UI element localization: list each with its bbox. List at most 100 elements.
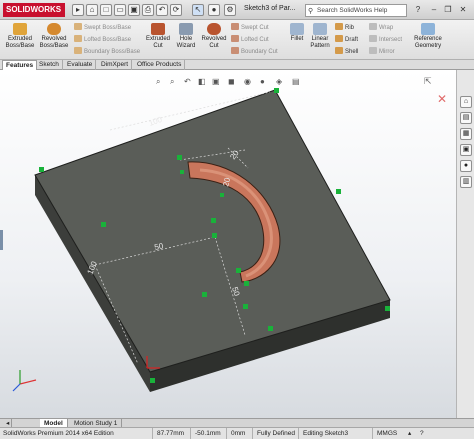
revolved-boss-button[interactable]: Revolved Boss/Base [37,23,71,50]
fillet-button[interactable]: Fillet [287,23,307,43]
resources-icon[interactable]: ⌂ [460,96,472,108]
relation-marker [244,281,249,286]
appearances-icon[interactable]: ● [460,160,472,172]
tab-office-products[interactable]: Office Products [134,60,186,70]
status-edition: SolidWorks Premium 2014 x64 Edition [3,430,114,437]
rebuild-icon[interactable]: ⟳ [170,4,182,16]
section-view-icon: ◧ [198,77,206,86]
extruded-cut-button[interactable]: Extruded Cut [145,23,171,50]
status-units-dropdown-icon[interactable]: ▴ [408,428,411,439]
coordinate-triad-icon [12,370,37,392]
relation-marker [150,378,155,383]
rebuild-traffic-icon[interactable]: ● [208,4,220,16]
undo-icon[interactable]: ↶ [156,4,168,16]
reference-geometry-button[interactable]: Reference Geometry [410,23,446,50]
boundary-cut-button[interactable]: Boundary Cut [231,47,278,57]
shell-button[interactable]: Shell [335,47,358,57]
relation-marker [202,292,207,297]
revolve-cut-icon [207,23,221,35]
revolve-icon [47,23,61,35]
cancel-sketch-icon: ✕ [437,92,447,106]
revolved-cut-button[interactable]: Revolved Cut [201,23,227,50]
confirmation-corner[interactable]: ⇱ ✕ [424,76,447,106]
status-z-coordinate: 0mm [226,428,245,439]
appearance-icon: ● [260,77,265,86]
menu-arrow-icon[interactable]: ▸ [72,4,84,16]
status-bar: SolidWorks Premium 2014 x64 Edition 87.7… [0,427,474,439]
lofted-boss-button[interactable]: Lofted Boss/Base [74,35,131,45]
swept-cut-button[interactable]: Swept Cut [231,23,269,33]
home-icon[interactable]: ⌂ [86,4,98,16]
tab-features[interactable]: Features [2,60,38,70]
help-icon-status[interactable]: ? [420,428,424,439]
relation-marker [220,193,224,197]
view-orientation-icon: ▣ [212,77,220,86]
custom-properties-icon[interactable]: ▥ [460,176,472,188]
relation-marker [211,218,216,223]
print-icon[interactable]: ⎙ [142,4,154,16]
relation-marker [177,155,182,160]
extrude-icon [13,23,27,35]
status-units[interactable]: MMGS [372,428,397,439]
close-icon[interactable]: ✕ [457,4,469,16]
hole-wizard-button[interactable]: Hole Wizard [173,23,199,50]
minimize-icon[interactable]: – [428,4,440,16]
relation-marker [274,88,279,93]
wrap-button[interactable]: Wrap [369,23,393,33]
select-icon[interactable]: ↖ [192,4,204,16]
command-manager: Extruded Boss/Base Revolved Boss/Base Sw… [0,20,474,60]
status-editing: Editing Sketch3 [298,428,348,439]
logo-text: SOLIDWORKS [6,5,62,14]
help-search-input[interactable]: ⚲ Search SolidWorks Help [305,4,407,17]
model-view[interactable]: ⌕ ⌕ ↶ ◧ ▣ ◼ ◉ ● ◈ ▤ ⇱ ✕ 100 100 50 50 20… [0,70,456,418]
options-icon[interactable]: ⚙ [224,4,236,16]
open-folder-icon[interactable]: ▭ [114,4,126,16]
new-document-icon[interactable]: □ [100,4,112,16]
restore-icon[interactable]: ❐ [442,4,454,16]
document-title: Sketch3 of Par... [244,5,296,12]
command-tabs: Features Sketch Evaluate DimXpert Office… [0,60,474,70]
status-x-coordinate: 87.77mm [152,428,184,439]
design-library-icon[interactable]: ▤ [460,112,472,124]
reference-geometry-icon [421,23,435,35]
relation-marker [236,268,241,273]
feature-tree-flyout-handle[interactable] [0,230,3,250]
heads-up-toolbar[interactable]: ⌕ ⌕ ↶ ◧ ▣ ◼ ◉ ● ◈ ▤ [156,77,300,86]
file-explorer-icon[interactable]: ▦ [460,128,472,140]
cut-icon [151,23,165,35]
dimension-top-100: 100 [148,115,164,128]
zoom-area-icon: ⌕ [170,77,174,86]
relation-marker [243,304,248,309]
status-y-coordinate: -50.1mm [190,428,221,439]
intersect-button[interactable]: Intersect [369,35,402,45]
relation-marker [268,326,273,331]
task-pane: ⌂ ▤ ▦ ▣ ● ▥ [456,70,474,418]
graphics-area[interactable]: ⌕ ⌕ ↶ ◧ ▣ ◼ ◉ ● ◈ ▤ ⇱ ✕ 100 100 50 50 20… [0,70,456,418]
tab-evaluate[interactable]: Evaluate [64,60,97,70]
relation-marker [39,167,44,172]
tab-sketch[interactable]: Sketch [36,60,63,70]
status-definition: Fully Defined [252,428,295,439]
pattern-icon [313,23,327,35]
swept-boss-button[interactable]: Swept Boss/Base [74,23,131,33]
relation-marker [212,233,217,238]
exit-sketch-icon: ⇱ [424,76,432,86]
hide-show-icon: ◉ [244,77,251,86]
draft-button[interactable]: Draft [335,35,358,45]
relation-marker [180,170,184,174]
lofted-cut-button[interactable]: Lofted Cut [231,35,269,45]
extruded-boss-button[interactable]: Extruded Boss/Base [4,23,36,50]
linear-pattern-button[interactable]: Linear Pattern [308,23,332,50]
relation-marker [385,306,390,311]
boundary-boss-button[interactable]: Boundary Boss/Base [74,47,140,57]
mirror-button[interactable]: Mirror [369,47,395,57]
rib-button[interactable]: Rib [335,23,354,33]
view-settings-icon: ▤ [292,77,300,86]
view-palette-icon[interactable]: ▣ [460,144,472,156]
tab-dimxpert[interactable]: DimXpert [98,60,133,70]
fillet-icon [290,23,304,35]
help-icon[interactable]: ? [412,4,424,16]
scene-icon: ◈ [276,77,283,86]
save-icon[interactable]: ▣ [128,4,140,16]
solidworks-logo: SOLIDWORKS [3,3,65,17]
